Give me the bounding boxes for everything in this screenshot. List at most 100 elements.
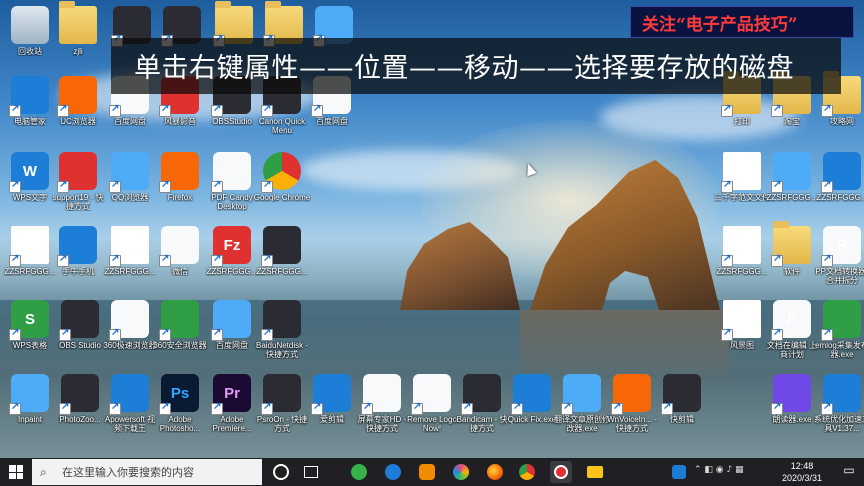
- desktop-icon[interactable]: PPP文档转换器-合并拆分: [815, 226, 864, 288]
- shortcut-arrow-icon: [771, 179, 783, 193]
- desktop-icon-label: support19 - 快捷方式: [52, 193, 104, 211]
- filezilla-icon: Fz: [211, 226, 251, 267]
- taskbar-app-colorful[interactable]: [450, 461, 472, 483]
- desktop-icon[interactable]: 手牛手机: [52, 226, 104, 288]
- shortcut-arrow-icon: [261, 327, 273, 341]
- shortcut-arrow-icon: [9, 327, 21, 341]
- desktop-icon[interactable]: 快剪辑: [656, 374, 708, 436]
- notification-icon[interactable]: ▭: [840, 463, 858, 481]
- desktop-icon[interactable]: 朗读器.exe: [766, 374, 818, 436]
- qq-browser-icon: [385, 464, 401, 480]
- inpaint-icon: [9, 374, 49, 415]
- desktop-icon[interactable]: ZZSRFGGG...: [4, 226, 56, 288]
- desktop-icon[interactable]: 三千字范文文件: [714, 152, 770, 214]
- desktop-icon-label: 攻略网: [830, 117, 854, 126]
- desktop-icon[interactable]: PDF Candy Desktop: [206, 152, 258, 214]
- shortcut-arrow-icon: [109, 103, 121, 117]
- shortcut-arrow-icon: [109, 253, 121, 267]
- desktop-icon[interactable]: 软件: [766, 221, 818, 288]
- app-icon: [57, 226, 97, 267]
- taskbar-app-explorer[interactable]: [584, 461, 606, 483]
- desktop-icon[interactable]: Remove Logo Now!: [406, 374, 458, 436]
- shortcut-arrow-icon: [211, 179, 223, 193]
- search-icon: ⌕: [40, 464, 47, 479]
- mic-icon: [771, 374, 811, 415]
- desktop-icon[interactable]: FzZZSRFGGG...: [206, 226, 258, 288]
- desktop-icon[interactable]: 360极速浏览器: [103, 300, 157, 362]
- uc-browser-icon: [57, 76, 97, 117]
- desktop-icon[interactable]: ZZSRFGGG...: [716, 226, 768, 288]
- desktop-icon[interactable]: BaiduNetdisk - 快捷方式: [256, 300, 308, 362]
- desktop-icon[interactable]: PhotoZoo...: [54, 374, 106, 436]
- desktop-icon[interactable]: emlog采集发布器.exe: [815, 300, 864, 362]
- desktop-icon[interactable]: ZZSRFGGG...: [104, 226, 156, 288]
- shortcut-arrow-icon: [211, 253, 223, 267]
- desktop-icon[interactable]: 翻译文章原创修改器.exe: [554, 374, 610, 436]
- shortcut-arrow-icon: [361, 401, 373, 415]
- desktop-icon[interactable]: 百度网盘: [206, 300, 258, 362]
- taskbar-clock[interactable]: 12:48 2020/3/31: [772, 460, 832, 484]
- desktop-icon[interactable]: PsAdobe Photosho...: [154, 374, 206, 436]
- desktop-icon[interactable]: SWPS表格: [4, 300, 56, 362]
- firefox-icon: [159, 152, 199, 193]
- desktop-icon[interactable]: zjli: [52, 1, 104, 68]
- document-icon: [109, 226, 149, 267]
- desktop-icon[interactable]: QQ浏览器: [104, 152, 156, 214]
- follow-note-text: 关注“电子产品技巧”: [642, 15, 798, 35]
- taskbar-app-chrome[interactable]: [516, 461, 538, 483]
- desktop-icon[interactable]: PsroOn - 快捷方式: [256, 374, 308, 436]
- cortana-button[interactable]: [270, 461, 292, 483]
- shortcut-arrow-icon: [261, 103, 273, 117]
- clock-time: 12:48: [790, 461, 814, 471]
- desktop-icon[interactable]: 360安全浏览器: [153, 300, 207, 362]
- clock-date: 2020/3/31: [781, 473, 823, 483]
- photoshop-icon: Ps: [159, 374, 199, 415]
- desktop-icon[interactable]: Bandicam - 快捷方式: [456, 374, 508, 436]
- shortcut-arrow-icon: [9, 179, 21, 193]
- shortcut-arrow-icon: [771, 327, 783, 341]
- desktop-icon[interactable]: PrAdobe Premiere...: [206, 374, 258, 436]
- start-button[interactable]: [0, 458, 32, 486]
- desktop-icon[interactable]: P文档在编辑 上商计划: [766, 300, 818, 362]
- shortcut-arrow-icon: [9, 103, 21, 117]
- shortcut-arrow-icon: [721, 253, 733, 267]
- desktop-icon[interactable]: Google Chrome: [254, 152, 310, 214]
- desktop-icon[interactable]: UC浏览器: [52, 76, 104, 138]
- desktop-icon[interactable]: Firefox: [154, 152, 206, 214]
- taskbar-app-firefox[interactable]: [484, 461, 506, 483]
- shortcut-arrow-icon: [159, 401, 171, 415]
- taskbar-app-recorder[interactable]: [550, 461, 572, 483]
- desktop-icon[interactable]: support19 - 快捷方式: [52, 152, 104, 214]
- taskbar-app-360[interactable]: [348, 461, 370, 483]
- shortcut-arrow-icon: [821, 253, 833, 267]
- desktop-icon[interactable]: 屏幕专家HD - 快捷方式: [356, 374, 408, 436]
- shortcut-arrow-icon: [561, 401, 573, 415]
- tray-qq-icon[interactable]: [672, 465, 686, 479]
- shortcut-arrow-icon: [461, 401, 473, 415]
- desktop-icon[interactable]: ZZSRFGGG...: [256, 226, 308, 288]
- desktop-icon-label: BaiduNetdisk - 快捷方式: [255, 341, 309, 359]
- desktop-icon[interactable]: Apowersoft 视频下载王: [104, 374, 156, 436]
- premiere-icon: Pr: [211, 374, 251, 415]
- desktop-icon[interactable]: WnVoiceIn... - 快捷方式: [606, 374, 658, 436]
- desktop-icon[interactable]: ZZSRFGGG...: [816, 152, 864, 214]
- taskbar-search-box[interactable]: ⌕ 在这里输入你要搜索的内容: [32, 459, 262, 485]
- tray-icons[interactable]: ⌃ ◧ ◉ ♪ ▦: [694, 465, 764, 481]
- desktop-icon[interactable]: 爱剪辑: [306, 374, 358, 436]
- desktop-icon[interactable]: Quick Fix.exe: [506, 374, 558, 436]
- desktop-icon[interactable]: ZZSRFGGG...: [766, 152, 818, 214]
- desktop-icon[interactable]: Inpaint: [4, 374, 56, 436]
- taskbar-app-orange[interactable]: [416, 461, 438, 483]
- desktop-icon[interactable]: 系统优化加速工具V1.37...: [814, 374, 864, 436]
- desktop-icon[interactable]: 微信: [154, 226, 206, 288]
- shortcut-arrow-icon: [261, 401, 273, 415]
- desktop-icon[interactable]: OBS Studio: [54, 300, 106, 362]
- desktop-icon[interactable]: 电脑管家: [4, 76, 56, 138]
- record-icon: [554, 465, 568, 479]
- taskbar-app-qqbrowser[interactable]: [382, 461, 404, 483]
- desktop-icon[interactable]: 风景图: [716, 300, 768, 362]
- desktop-icon-label: 微信: [172, 267, 188, 276]
- desktop-icon[interactable]: 回收站: [4, 6, 56, 68]
- task-view-icon: [304, 466, 318, 478]
- task-view-button[interactable]: [300, 461, 322, 483]
